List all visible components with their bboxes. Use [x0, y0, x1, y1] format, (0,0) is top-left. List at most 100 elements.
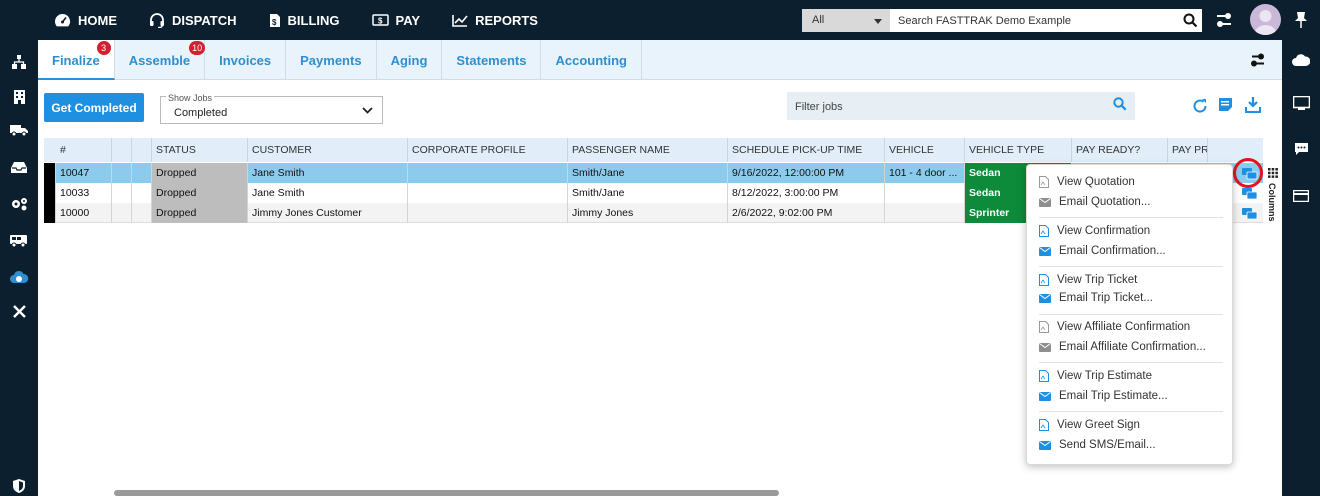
- horizontal-scrollbar[interactable]: [114, 490, 779, 496]
- menu-view-trip-ticket[interactable]: View Trip Ticket: [1039, 271, 1137, 289]
- menu-item-label: Send SMS/Email...: [1059, 439, 1156, 451]
- col-header-corporate-profile[interactable]: CORPORATE PROFILE: [408, 138, 568, 162]
- sidebar-item-buildings[interactable]: [9, 86, 29, 106]
- sidebar-item-tools[interactable]: [9, 301, 29, 321]
- sidebar-item-settings[interactable]: [9, 194, 29, 214]
- filter-jobs-placeholder: Filter jobs: [795, 101, 843, 113]
- cell-customer: Jane Smith: [248, 183, 408, 203]
- headset-icon: [150, 12, 164, 28]
- inbox-icon: [11, 162, 27, 173]
- col-header-passenger-name[interactable]: PASSENGER NAME: [568, 138, 728, 162]
- pin-button[interactable]: [1292, 10, 1310, 30]
- menu-email-trip-estimate[interactable]: Email Trip Estimate...: [1039, 387, 1168, 405]
- menu-email-quotation[interactable]: Email Quotation...: [1039, 193, 1150, 211]
- sidebar-item-fleet[interactable]: [9, 120, 29, 140]
- menu-view-quotation[interactable]: View Quotation: [1039, 173, 1135, 191]
- tab-statements-label: Statements: [456, 53, 527, 68]
- col-header-pay-pr[interactable]: PAY PR: [1168, 138, 1208, 162]
- get-completed-button[interactable]: Get Completed: [44, 93, 144, 122]
- search-scope-select[interactable]: All: [802, 9, 890, 32]
- pdf-icon: [1039, 176, 1049, 188]
- show-jobs-select[interactable]: Show Jobs Completed: [160, 93, 383, 124]
- tab-accounting[interactable]: Accounting: [541, 40, 642, 80]
- tab-payments-label: Payments: [300, 53, 362, 68]
- monitor-button[interactable]: [1291, 93, 1311, 113]
- menu-divider: [1039, 314, 1223, 315]
- menu-divider: [1039, 411, 1223, 412]
- menu-item-label: View Trip Estimate: [1057, 370, 1153, 382]
- chat-button[interactable]: [1291, 139, 1311, 159]
- global-search-input[interactable]: [890, 9, 1178, 32]
- col-header-pickup-time[interactable]: SCHEDULE PICK-UP TIME: [728, 138, 885, 162]
- cell-corporate-profile: [408, 203, 568, 223]
- tab-finalize[interactable]: Finalize 3: [38, 40, 115, 80]
- cell-customer: Jimmy Jones Customer: [248, 203, 408, 223]
- money-icon: $: [371, 14, 389, 26]
- nav-billing[interactable]: $ BILLING: [269, 13, 340, 28]
- sidebar-item-inbox[interactable]: [9, 157, 29, 177]
- card-button[interactable]: [1291, 186, 1311, 206]
- toggle-view-button[interactable]: [1214, 10, 1234, 30]
- documents-context-menu: View Quotation Email Quotation... View C…: [1026, 164, 1233, 465]
- envelope-icon: [1039, 246, 1051, 256]
- tab-aging[interactable]: Aging: [377, 40, 443, 80]
- tab-statements[interactable]: Statements: [442, 40, 542, 80]
- truck-icon: [10, 125, 28, 137]
- export-button[interactable]: [1244, 95, 1262, 113]
- sidebar-item-shuttle[interactable]: [9, 231, 29, 251]
- col-header-vehicle-type[interactable]: VEHICLE TYPE: [965, 138, 1072, 162]
- row-color-marker: [44, 183, 56, 203]
- menu-send-sms-email[interactable]: Send SMS/Email...: [1039, 436, 1156, 454]
- billing-tab-bar: Finalize 3 Assemble 10 Invoices Payments…: [38, 40, 1282, 80]
- tab-invoices[interactable]: Invoices: [205, 40, 287, 80]
- menu-email-confirmation[interactable]: Email Confirmation...: [1039, 242, 1166, 260]
- col-header-status[interactable]: STATUS: [152, 138, 248, 162]
- top-navigation-bar: HOME DISPATCH $ BILLING $ PAY REPORTS Al…: [0, 0, 1320, 40]
- menu-view-affiliate-confirmation[interactable]: View Affiliate Confirmation: [1039, 318, 1190, 336]
- columns-panel-label[interactable]: Columns: [1267, 183, 1277, 222]
- search-icon: [1183, 13, 1197, 28]
- row-documents-button[interactable]: [1242, 186, 1258, 200]
- menu-email-trip-ticket[interactable]: Email Trip Ticket...: [1039, 289, 1153, 307]
- nav-reports[interactable]: REPORTS: [452, 13, 538, 28]
- menu-view-trip-estimate[interactable]: View Trip Estimate: [1039, 367, 1152, 385]
- col-header-customer[interactable]: CUSTOMER: [248, 138, 408, 162]
- menu-view-confirmation[interactable]: View Confirmation: [1039, 222, 1150, 240]
- col-header-id[interactable]: #: [44, 138, 112, 162]
- envelope-icon: [1039, 391, 1051, 401]
- cell-flag2: [132, 183, 152, 203]
- cell-pickup-time: 2/6/2022, 9:02:00 PM: [728, 203, 885, 223]
- col-header-pay-ready[interactable]: PAY READY?: [1072, 138, 1168, 162]
- menu-email-affiliate-confirmation[interactable]: Email Affiliate Confirmation...: [1039, 338, 1206, 356]
- envelope-icon: [1039, 440, 1051, 450]
- tab-toggle-button[interactable]: [1248, 50, 1268, 70]
- tools-icon: [12, 304, 26, 318]
- sitemap-icon: [12, 55, 26, 69]
- user-avatar[interactable]: [1250, 4, 1281, 35]
- menu-view-greet-sign[interactable]: View Greet Sign: [1039, 416, 1140, 434]
- cell-flag2: [132, 203, 152, 223]
- envelope-icon: [1039, 197, 1051, 207]
- nav-pay[interactable]: $ PAY: [371, 13, 420, 28]
- sidebar-item-security[interactable]: [9, 476, 29, 496]
- grid-icon: [1268, 168, 1278, 178]
- nav-billing-label: BILLING: [287, 12, 340, 28]
- tab-assemble[interactable]: Assemble 10: [115, 40, 206, 80]
- pdf-icon: [1039, 419, 1049, 431]
- filter-jobs-input[interactable]: Filter jobs: [787, 92, 1135, 120]
- tab-invoices-label: Invoices: [219, 53, 272, 68]
- notes-button[interactable]: [1217, 96, 1235, 114]
- cloud-button[interactable]: [1291, 50, 1311, 70]
- nav-home[interactable]: HOME: [54, 13, 117, 28]
- pdf-icon: [1039, 225, 1049, 237]
- col-header-vehicle[interactable]: VEHICLE: [885, 138, 965, 162]
- envelope-icon: [1039, 293, 1051, 303]
- row-documents-button[interactable]: [1242, 206, 1258, 220]
- tab-payments[interactable]: Payments: [286, 40, 377, 80]
- nav-dispatch[interactable]: DISPATCH: [149, 13, 237, 28]
- sidebar-item-cloud-billing[interactable]: [9, 267, 29, 287]
- sidebar-item-org[interactable]: [9, 52, 29, 72]
- documents-icon: [1242, 208, 1258, 220]
- refresh-button[interactable]: [1191, 97, 1209, 115]
- search-button[interactable]: [1178, 9, 1202, 32]
